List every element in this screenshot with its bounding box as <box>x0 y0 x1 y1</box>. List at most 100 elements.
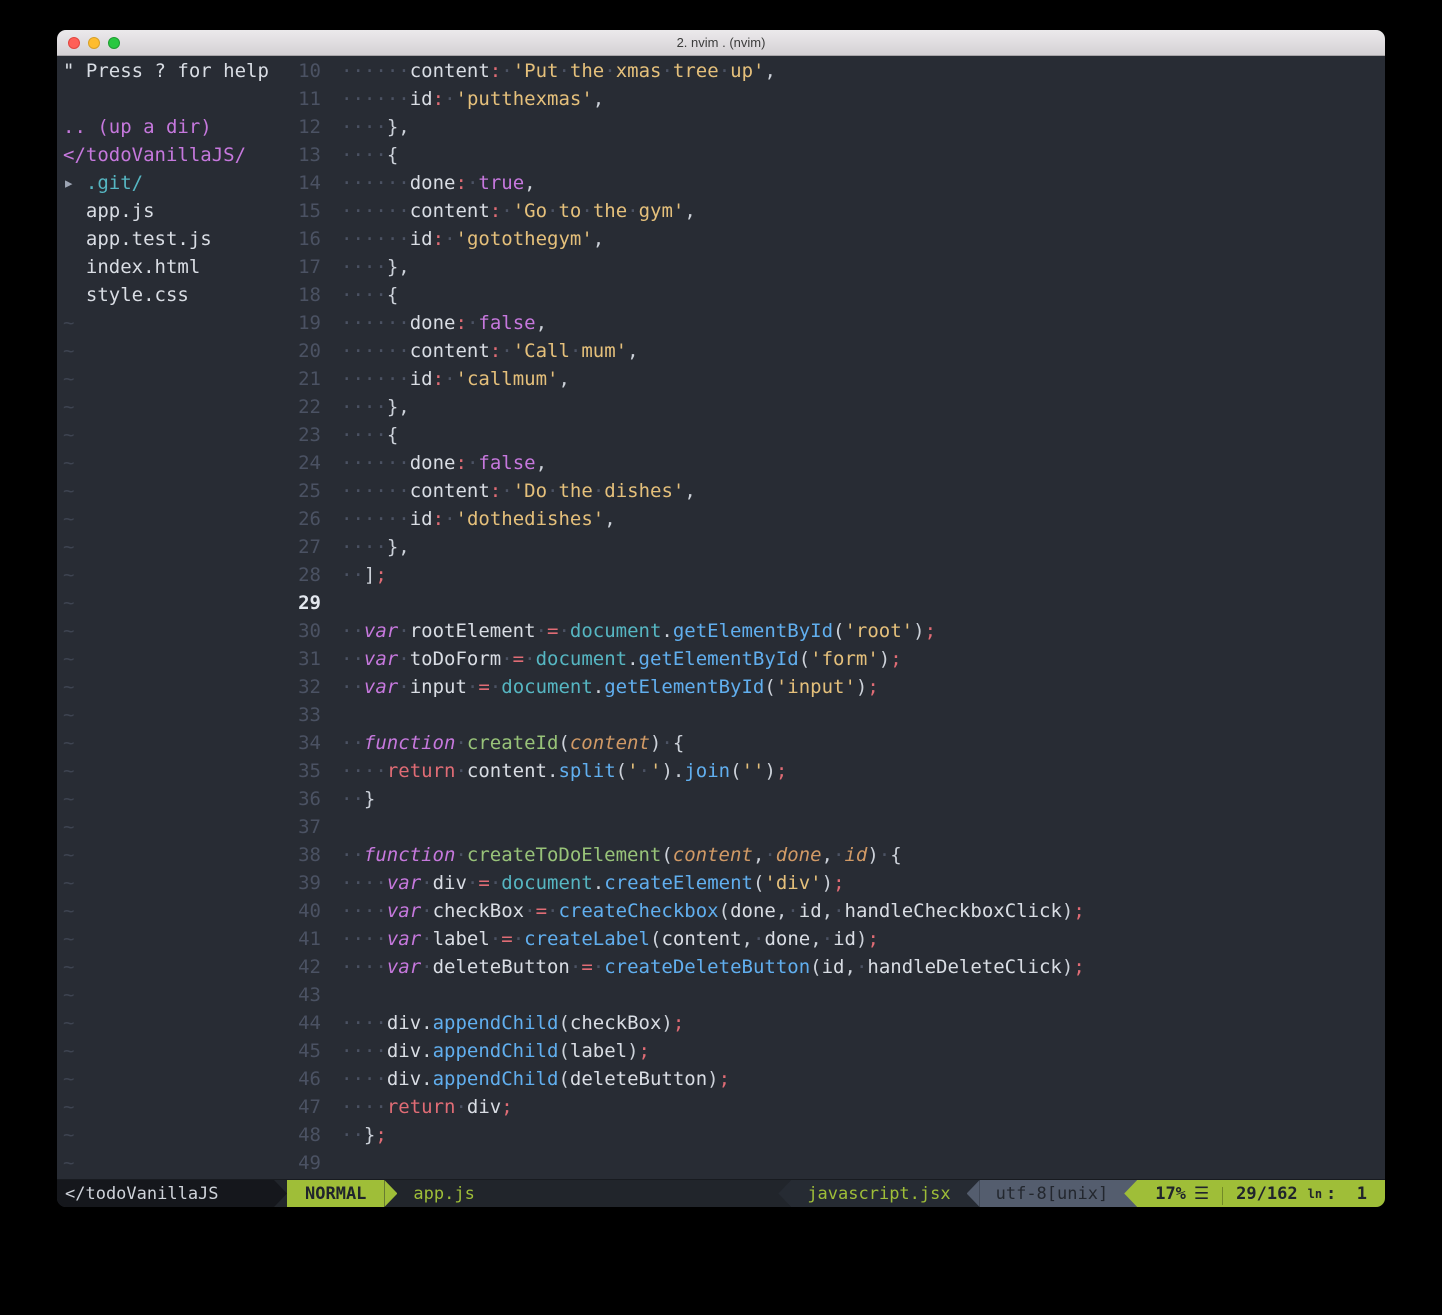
tree-item-file[interactable]: app.js <box>63 197 287 225</box>
code-line[interactable]: 18····{ <box>287 281 1385 309</box>
token: ~ <box>63 424 74 446</box>
whitespace-dot: · <box>352 1096 363 1118</box>
empty-line-tilde: ~ <box>63 673 287 701</box>
minimize-button[interactable] <box>88 37 100 49</box>
code-line[interactable]: 23····{ <box>287 421 1385 449</box>
code-line[interactable]: 42····var·deleteButton·=·createDeleteBut… <box>287 953 1385 981</box>
token: ~ <box>63 1152 74 1174</box>
code-line[interactable]: 38··function·createToDoElement(content,·… <box>287 841 1385 869</box>
whitespace-dot: · <box>501 480 512 502</box>
tree-item-file[interactable]: index.html <box>63 253 287 281</box>
file-explorer[interactable]: " Press ? for help.. (up a dir)</todoVan… <box>57 56 287 1179</box>
code-line[interactable]: 39····var·div·=·document.createElement('… <box>287 869 1385 897</box>
tree-item-file[interactable]: style.css <box>63 281 287 309</box>
code-line[interactable]: 16······id:·'gotothegym', <box>287 225 1385 253</box>
code-line[interactable]: 37 <box>287 813 1385 841</box>
code-line[interactable]: 47····return·div; <box>287 1093 1385 1121</box>
code-line[interactable]: 32··var·input·=·document.getElementById(… <box>287 673 1385 701</box>
token: , <box>627 340 638 362</box>
code-line[interactable]: 30··var·rootElement·=·document.getElemen… <box>287 617 1385 645</box>
whitespace-dot: · <box>364 88 375 110</box>
whitespace-dot: · <box>364 340 375 362</box>
code-line[interactable]: 29 <box>287 589 1385 617</box>
tree-up-dir[interactable]: .. (up a dir) <box>63 113 287 141</box>
whitespace-dot: · <box>341 760 352 782</box>
code-line[interactable]: 40····var·checkBox·=·createCheckbox(done… <box>287 897 1385 925</box>
code-line[interactable]: 20······content:·'Call·mum', <box>287 337 1385 365</box>
code-line[interactable]: 17····}, <box>287 253 1385 281</box>
code-line[interactable]: 48··}; <box>287 1121 1385 1149</box>
token: = <box>478 872 489 894</box>
line-number: 41 <box>287 925 333 953</box>
whitespace-dot: · <box>501 60 512 82</box>
code-line[interactable]: 12····}, <box>287 113 1385 141</box>
token: : <box>490 60 501 82</box>
code-line[interactable]: 25······content:·'Do·the·dishes', <box>287 477 1385 505</box>
whitespace-dot: · <box>364 368 375 390</box>
whitespace-dot: · <box>558 60 569 82</box>
code-line[interactable]: 13····{ <box>287 141 1385 169</box>
whitespace-dot: · <box>627 200 638 222</box>
code-line[interactable]: 46····div.appendChild(deleteButton); <box>287 1065 1385 1093</box>
whitespace-dot: · <box>352 396 363 418</box>
code-line[interactable]: 24······done:·false, <box>287 449 1385 477</box>
code-line[interactable]: 15······content:·'Go·to·the·gym', <box>287 197 1385 225</box>
whitespace-dot: · <box>387 508 398 530</box>
code-line[interactable]: 34··function·createId(content)·{ <box>287 729 1385 757</box>
token: deleteButton <box>570 1068 707 1090</box>
token: 'Go <box>513 200 547 222</box>
whitespace-dot: · <box>375 256 386 278</box>
token: ( <box>558 1068 569 1090</box>
token: ~ <box>63 396 74 418</box>
token: index.html <box>63 256 200 278</box>
tree-item-directory[interactable]: ▸ .git/ <box>63 169 287 197</box>
code-line[interactable]: 26······id:·'dothedishes', <box>287 505 1385 533</box>
whitespace-dot: · <box>364 1040 375 1062</box>
code-line[interactable]: 21······id:·'callmum', <box>287 365 1385 393</box>
empty-line-tilde: ~ <box>63 869 287 897</box>
tree-root[interactable]: </todoVanillaJS/ <box>63 141 287 169</box>
code-editor[interactable]: 10······content:·'Put·the·xmas·tree·up',… <box>287 56 1385 1179</box>
code-line[interactable]: 11······id:·'putthexmas', <box>287 85 1385 113</box>
code-line[interactable]: 10······content:·'Put·the·xmas·tree·up', <box>287 57 1385 85</box>
code-line[interactable]: 22····}, <box>287 393 1385 421</box>
code-line[interactable]: 28··]; <box>287 561 1385 589</box>
title-bar[interactable]: 2. nvim . (nvim) <box>57 30 1385 56</box>
code-line[interactable]: 14······done:·true, <box>287 169 1385 197</box>
code-line[interactable]: 49 <box>287 1149 1385 1177</box>
token: return <box>387 760 456 782</box>
empty-line-tilde: ~ <box>63 561 287 589</box>
code-line[interactable]: 36··} <box>287 785 1385 813</box>
close-button[interactable] <box>68 37 80 49</box>
token: , <box>593 88 604 110</box>
token: ~ <box>63 1068 74 1090</box>
token: . <box>627 648 638 670</box>
tree-item-file[interactable]: app.test.js <box>63 225 287 253</box>
code-line[interactable]: 41····var·label·=·createLabel(content,·d… <box>287 925 1385 953</box>
code-line[interactable]: 19······done:·false, <box>287 309 1385 337</box>
code-line[interactable]: 35····return·content.split('·').join('')… <box>287 757 1385 785</box>
line-number: 16 <box>287 225 333 253</box>
whitespace-dot: · <box>341 172 352 194</box>
token: ; <box>639 1040 650 1062</box>
code-line[interactable]: 44····div.appendChild(checkBox); <box>287 1009 1385 1037</box>
token: content <box>410 60 490 82</box>
code-line[interactable]: 31··var·toDoForm·=·document.getElementBy… <box>287 645 1385 673</box>
token: the <box>593 200 627 222</box>
empty-line-tilde: ~ <box>63 925 287 953</box>
whitespace-dot: · <box>341 396 352 418</box>
whitespace-dot: · <box>352 256 363 278</box>
code-text: ··}; <box>333 1124 387 1146</box>
whitespace-dot: · <box>375 200 386 222</box>
code-line[interactable]: 33 <box>287 701 1385 729</box>
code-line[interactable]: 45····div.appendChild(label); <box>287 1037 1385 1065</box>
code-line[interactable]: 27····}, <box>287 533 1385 561</box>
token: handleDeleteClick <box>867 956 1061 978</box>
line-number: 49 <box>287 1149 333 1177</box>
zoom-button[interactable] <box>108 37 120 49</box>
token: }, <box>387 536 410 558</box>
empty-line-tilde: ~ <box>63 309 287 337</box>
token: getElementById <box>639 648 799 670</box>
whitespace-dot: · <box>364 508 375 530</box>
code-line[interactable]: 43 <box>287 981 1385 1009</box>
